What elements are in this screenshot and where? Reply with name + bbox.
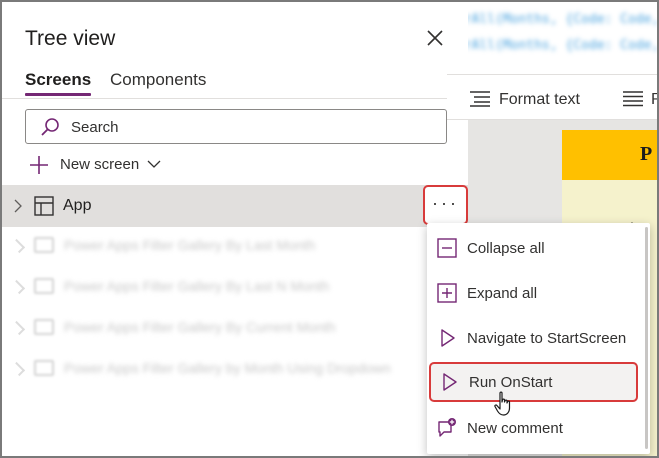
menu-item-label: Run OnStart (469, 374, 553, 391)
formula-bar[interactable]: ForAll(Months, {Code: Code, Month: Month… (468, 2, 659, 74)
play-icon (443, 373, 457, 391)
menu-item-label: New comment (467, 420, 563, 437)
tree-item-screen[interactable]: Power Apps Filter Gallery by Month Using… (2, 350, 422, 386)
panel-title: Tree view (25, 27, 116, 50)
tree-item-label: App (63, 197, 92, 214)
tree-item-label: Power Apps Filter Gallery By Last Month (64, 237, 316, 253)
tree-item-screen[interactable]: Power Apps Filter Gallery By Last N Mont… (2, 268, 422, 304)
formula-line: ForAll(Months, {Code: Code, Month: Month… (468, 38, 659, 53)
tree-item-screen[interactable]: Power Apps Filter Gallery By Last Month (2, 227, 422, 263)
scrollbar[interactable] (645, 227, 648, 449)
chevron-down-icon (147, 160, 161, 168)
tab-components[interactable]: Components (110, 70, 206, 90)
format-toolbar: Format text R (447, 74, 657, 120)
tree-view-panel: Tree view Screens Components Search New … (2, 2, 468, 456)
chevron-right-icon (10, 361, 26, 377)
chevron-right-icon[interactable] (13, 199, 23, 213)
tree-item-label: Power Apps Filter Gallery by Month Using… (64, 360, 391, 376)
format-text-icon (470, 91, 490, 107)
screen-icon (34, 237, 54, 253)
add-comment-icon (438, 418, 456, 437)
menu-item-collapse-all[interactable]: Collapse all (427, 228, 650, 268)
menu-item-label: Navigate to StartScreen (467, 330, 627, 347)
chevron-right-icon (10, 238, 26, 254)
menu-item-expand-all[interactable]: Expand all (427, 273, 650, 313)
plus-icon (30, 156, 48, 174)
menu-item-new-comment[interactable]: New comment (427, 408, 650, 448)
search-icon (41, 118, 59, 136)
screen-icon (34, 319, 54, 335)
search-input[interactable]: Search (25, 109, 447, 144)
hand-cursor-icon (494, 391, 511, 416)
app-window: ForAll(Months, {Code: Code, Month: Month… (0, 0, 659, 458)
tree-item-label: Power Apps Filter Gallery By Current Mon… (64, 319, 336, 335)
app-icon (34, 196, 54, 216)
menu-item-label: Expand all (467, 285, 538, 302)
tab-screens[interactable]: Screens (25, 70, 92, 96)
screen-icon (34, 360, 54, 376)
divider (2, 98, 468, 99)
format-text-button[interactable]: Format text (499, 91, 580, 109)
search-placeholder: Search (71, 119, 119, 136)
context-menu: Collapse all Expand all Navigate to Star… (427, 223, 650, 454)
menu-item-run-onstart[interactable]: Run OnStart (429, 362, 638, 402)
new-screen-label: New screen (60, 156, 140, 173)
menu-item-label: Collapse all (467, 240, 545, 257)
chevron-right-icon (10, 279, 26, 295)
tree-item-screen[interactable]: Power Apps Filter Gallery By Current Mon… (2, 309, 422, 345)
expand-all-icon (437, 283, 457, 303)
tree-item-app[interactable]: App ··· (2, 185, 468, 227)
more-icon: ··· (432, 193, 459, 213)
canvas-header-label[interactable]: P (562, 130, 657, 180)
play-icon (441, 329, 455, 347)
menu-item-navigate-startscreen[interactable]: Navigate to StartScreen (427, 318, 650, 358)
canvas-header-text: P (640, 143, 653, 165)
list-icon[interactable] (623, 91, 643, 107)
screen-icon (34, 278, 54, 294)
tree-item-label: Power Apps Filter Gallery By Last N Mont… (64, 278, 330, 294)
collapse-all-icon (437, 238, 457, 258)
toolbar-overflow-label[interactable]: R (651, 91, 657, 109)
more-options-button[interactable]: ··· (423, 185, 468, 225)
formula-line: ForAll(Months, {Code: Code, Month: Month… (468, 12, 659, 27)
chevron-right-icon (10, 320, 26, 336)
close-icon[interactable] (425, 28, 445, 48)
